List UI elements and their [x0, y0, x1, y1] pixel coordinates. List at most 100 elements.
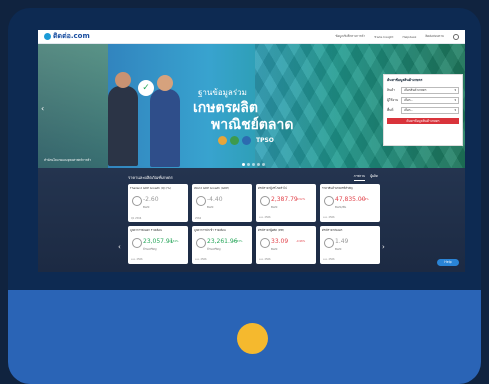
card-date: 2566: [195, 217, 202, 220]
carousel-dot[interactable]: [252, 163, 255, 166]
field-label: สินค้า: [387, 88, 396, 92]
card-unit: Baht: [271, 247, 278, 251]
globe-icon: [132, 196, 142, 206]
partner-logos: TPSO: [218, 136, 274, 145]
card-change: -0.52%: [296, 198, 306, 201]
help-button[interactable]: Help: [437, 259, 459, 266]
globe-icon: [196, 238, 206, 248]
area-select[interactable]: เลือก... ▾: [401, 107, 459, 114]
card-change: +9.34%: [168, 240, 179, 243]
indicator-card[interactable]: มูลค่าการส่งออก รายเดือน 23,057.91 ล้านเหร…: [128, 226, 188, 264]
card-unit: Baht: [207, 205, 214, 209]
card-date: ม.ค. 2566: [323, 258, 335, 261]
tpso-logo: TPSO: [256, 137, 274, 144]
field-label: พื้นที่: [387, 108, 394, 112]
card-unit: Baht/ตัน: [335, 205, 347, 209]
card-value: 2,387.79: [271, 196, 298, 203]
chevron-down-icon: ▾: [454, 98, 456, 102]
carousel-dot[interactable]: [247, 163, 250, 166]
carousel-dot[interactable]: [257, 163, 260, 166]
search-icon[interactable]: [453, 33, 459, 40]
nav-links: ข้อมูลเชิงลึกทางการค้า Trade Insight Hel…: [335, 33, 459, 40]
globe-icon: [196, 196, 206, 206]
nav-link[interactable]: ติดต่อสอบถาม: [425, 34, 444, 39]
tab-producer[interactable]: ผู้ผลิต: [370, 174, 378, 181]
indicator-card[interactable]: ราคาสินค้าเกษตรที่สำคัญ 47,835.00 Baht/ตัน…: [320, 184, 380, 222]
card-change: +7.33%: [232, 240, 243, 243]
indicator-card[interactable]: มูลค่าการนำเข้า รายเดือน 23,261.96 ล้านเหร…: [192, 226, 252, 264]
chevron-down-icon: ▾: [454, 88, 456, 92]
card-date: ม.ค. 2566: [323, 216, 335, 219]
card-date: ม.ค. 2566: [259, 258, 271, 261]
card-title: World GDP Growth (GDP): [194, 186, 230, 190]
screen: ติดต่อ.com ข้อมูลเชิงลึกทางการค้า Trade …: [38, 30, 465, 272]
carousel-dot[interactable]: [262, 163, 265, 166]
person-image: [108, 72, 138, 166]
check-icon: ✓: [138, 80, 154, 96]
indicator-card[interactable]: ดัชนีราคาผู้ผลิต (PPI) 33.09 Baht -0.98% ม.ค…: [256, 226, 316, 264]
banner-title-2: พาณิชย์ตลาด: [211, 117, 294, 133]
indicator-card[interactable]: Thailand GDP Growth (Q):(%) -2.60 Baht Q1 2…: [128, 184, 188, 222]
card-unit: ล้านเหรียญ: [207, 247, 221, 251]
form-row: สินค้า เลือกสินค้าเกษตร ▾: [387, 87, 459, 94]
site-logo[interactable]: ติดต่อ.com: [44, 31, 90, 42]
globe-icon: [324, 238, 334, 248]
partner-logo-icon: [218, 136, 227, 145]
card-date: ม.ค. 2566: [131, 258, 143, 261]
nav-link[interactable]: ข้อมูลเชิงลึกทางการค้า: [335, 34, 365, 39]
indicator-card[interactable]: World GDP Growth (GDP) -4.40 Baht 2566: [192, 184, 252, 222]
card-title: ราคาสินค้าเกษตรที่สำคัญ: [322, 186, 353, 190]
carousel-dots: [242, 163, 265, 166]
indicator-card[interactable]: ดัชนีราคาส่งออก 1.49 Baht ม.ค. 2566: [320, 226, 380, 264]
chevron-right-icon[interactable]: ›: [382, 243, 385, 251]
globe-icon: [132, 238, 142, 248]
chevron-left-icon[interactable]: ‹: [41, 104, 44, 113]
globe-icon: [260, 238, 270, 248]
section-title: ราคาและผลิตภัณฑ์เกษตร: [128, 175, 173, 180]
card-unit: ล้านเหรียญ: [143, 247, 157, 251]
section-tabs: ภาพรวม ผู้ผลิต: [353, 174, 378, 181]
card-unit: Baht: [271, 205, 278, 209]
card-value: -4.40: [207, 196, 223, 203]
section-header: ราคาและผลิตภัณฑ์เกษตร ภาพรวม ผู้ผลิต: [128, 174, 378, 181]
carousel-dot[interactable]: [242, 163, 245, 166]
logo-icon: [44, 33, 51, 40]
card-value: 1.49: [335, 238, 349, 245]
hero-banner: ✓ ฐานข้อมูลร่วม เกษตรผลิต พาณิชย์ตลาด TP…: [38, 44, 465, 168]
chevron-down-icon: ▾: [454, 108, 456, 112]
card-unit: Baht: [335, 247, 342, 251]
search-button[interactable]: ค้นหาข้อมูลสินค้าเกษตร: [387, 118, 459, 124]
indicator-card[interactable]: ดัชนีราคาผู้บริโภคทั่วไป 2,387.79 Baht -0.5…: [256, 184, 316, 222]
card-unit: Baht: [143, 205, 150, 209]
card-title: ดัชนีราคาส่งออก: [322, 228, 343, 232]
banner-caption: สำนักนโยบายและยุทธศาสตร์การค้า: [44, 158, 91, 162]
card-change: -0.98%: [296, 240, 306, 243]
card-date: Q1 2566: [131, 217, 142, 220]
form-row: พื้นที่ เลือก... ▾: [387, 107, 459, 114]
user-select[interactable]: เลือก... ▾: [401, 97, 459, 104]
card-value: -2.60: [143, 196, 159, 203]
partner-logo-icon: [230, 136, 239, 145]
globe-icon: [324, 196, 334, 206]
card-title: มูลค่าการนำเข้า รายเดือน: [194, 228, 226, 232]
tab-overview[interactable]: ภาพรวม: [353, 174, 366, 181]
card-title: Thailand GDP Growth (Q):(%): [130, 186, 171, 190]
form-title: ค้นหาข้อมูลสินค้าเกษตร: [387, 78, 423, 82]
card-title: ดัชนีราคาผู้ผลิต (PPI): [258, 228, 285, 232]
product-select[interactable]: เลือกสินค้าเกษตร ▾: [401, 87, 459, 94]
indicators-section: ราคาและผลิตภัณฑ์เกษตร ภาพรวม ผู้ผลิต ‹ ›…: [38, 168, 465, 272]
chevron-left-icon[interactable]: ‹: [118, 243, 121, 251]
card-title: มูลค่าการส่งออก รายเดือน: [130, 228, 162, 232]
nav-link[interactable]: Trade Insight: [374, 35, 393, 39]
logo-text: ติดต่อ.com: [53, 32, 90, 40]
person-image: [150, 75, 180, 167]
globe-icon: [260, 196, 270, 206]
nav-link[interactable]: Helpdesk: [402, 35, 416, 39]
search-form: ค้นหาข้อมูลสินค้าเกษตร สินค้า เลือกสินค้า…: [383, 74, 463, 146]
home-button[interactable]: [237, 323, 268, 354]
card-value: 33.09: [271, 238, 289, 245]
card-date: ม.ค. 2566: [195, 258, 207, 261]
field-label: ผู้ใช้งาน: [387, 98, 399, 102]
card-date: ม.ค. 2566: [259, 216, 271, 219]
form-row: ผู้ใช้งาน เลือก... ▾: [387, 97, 459, 104]
